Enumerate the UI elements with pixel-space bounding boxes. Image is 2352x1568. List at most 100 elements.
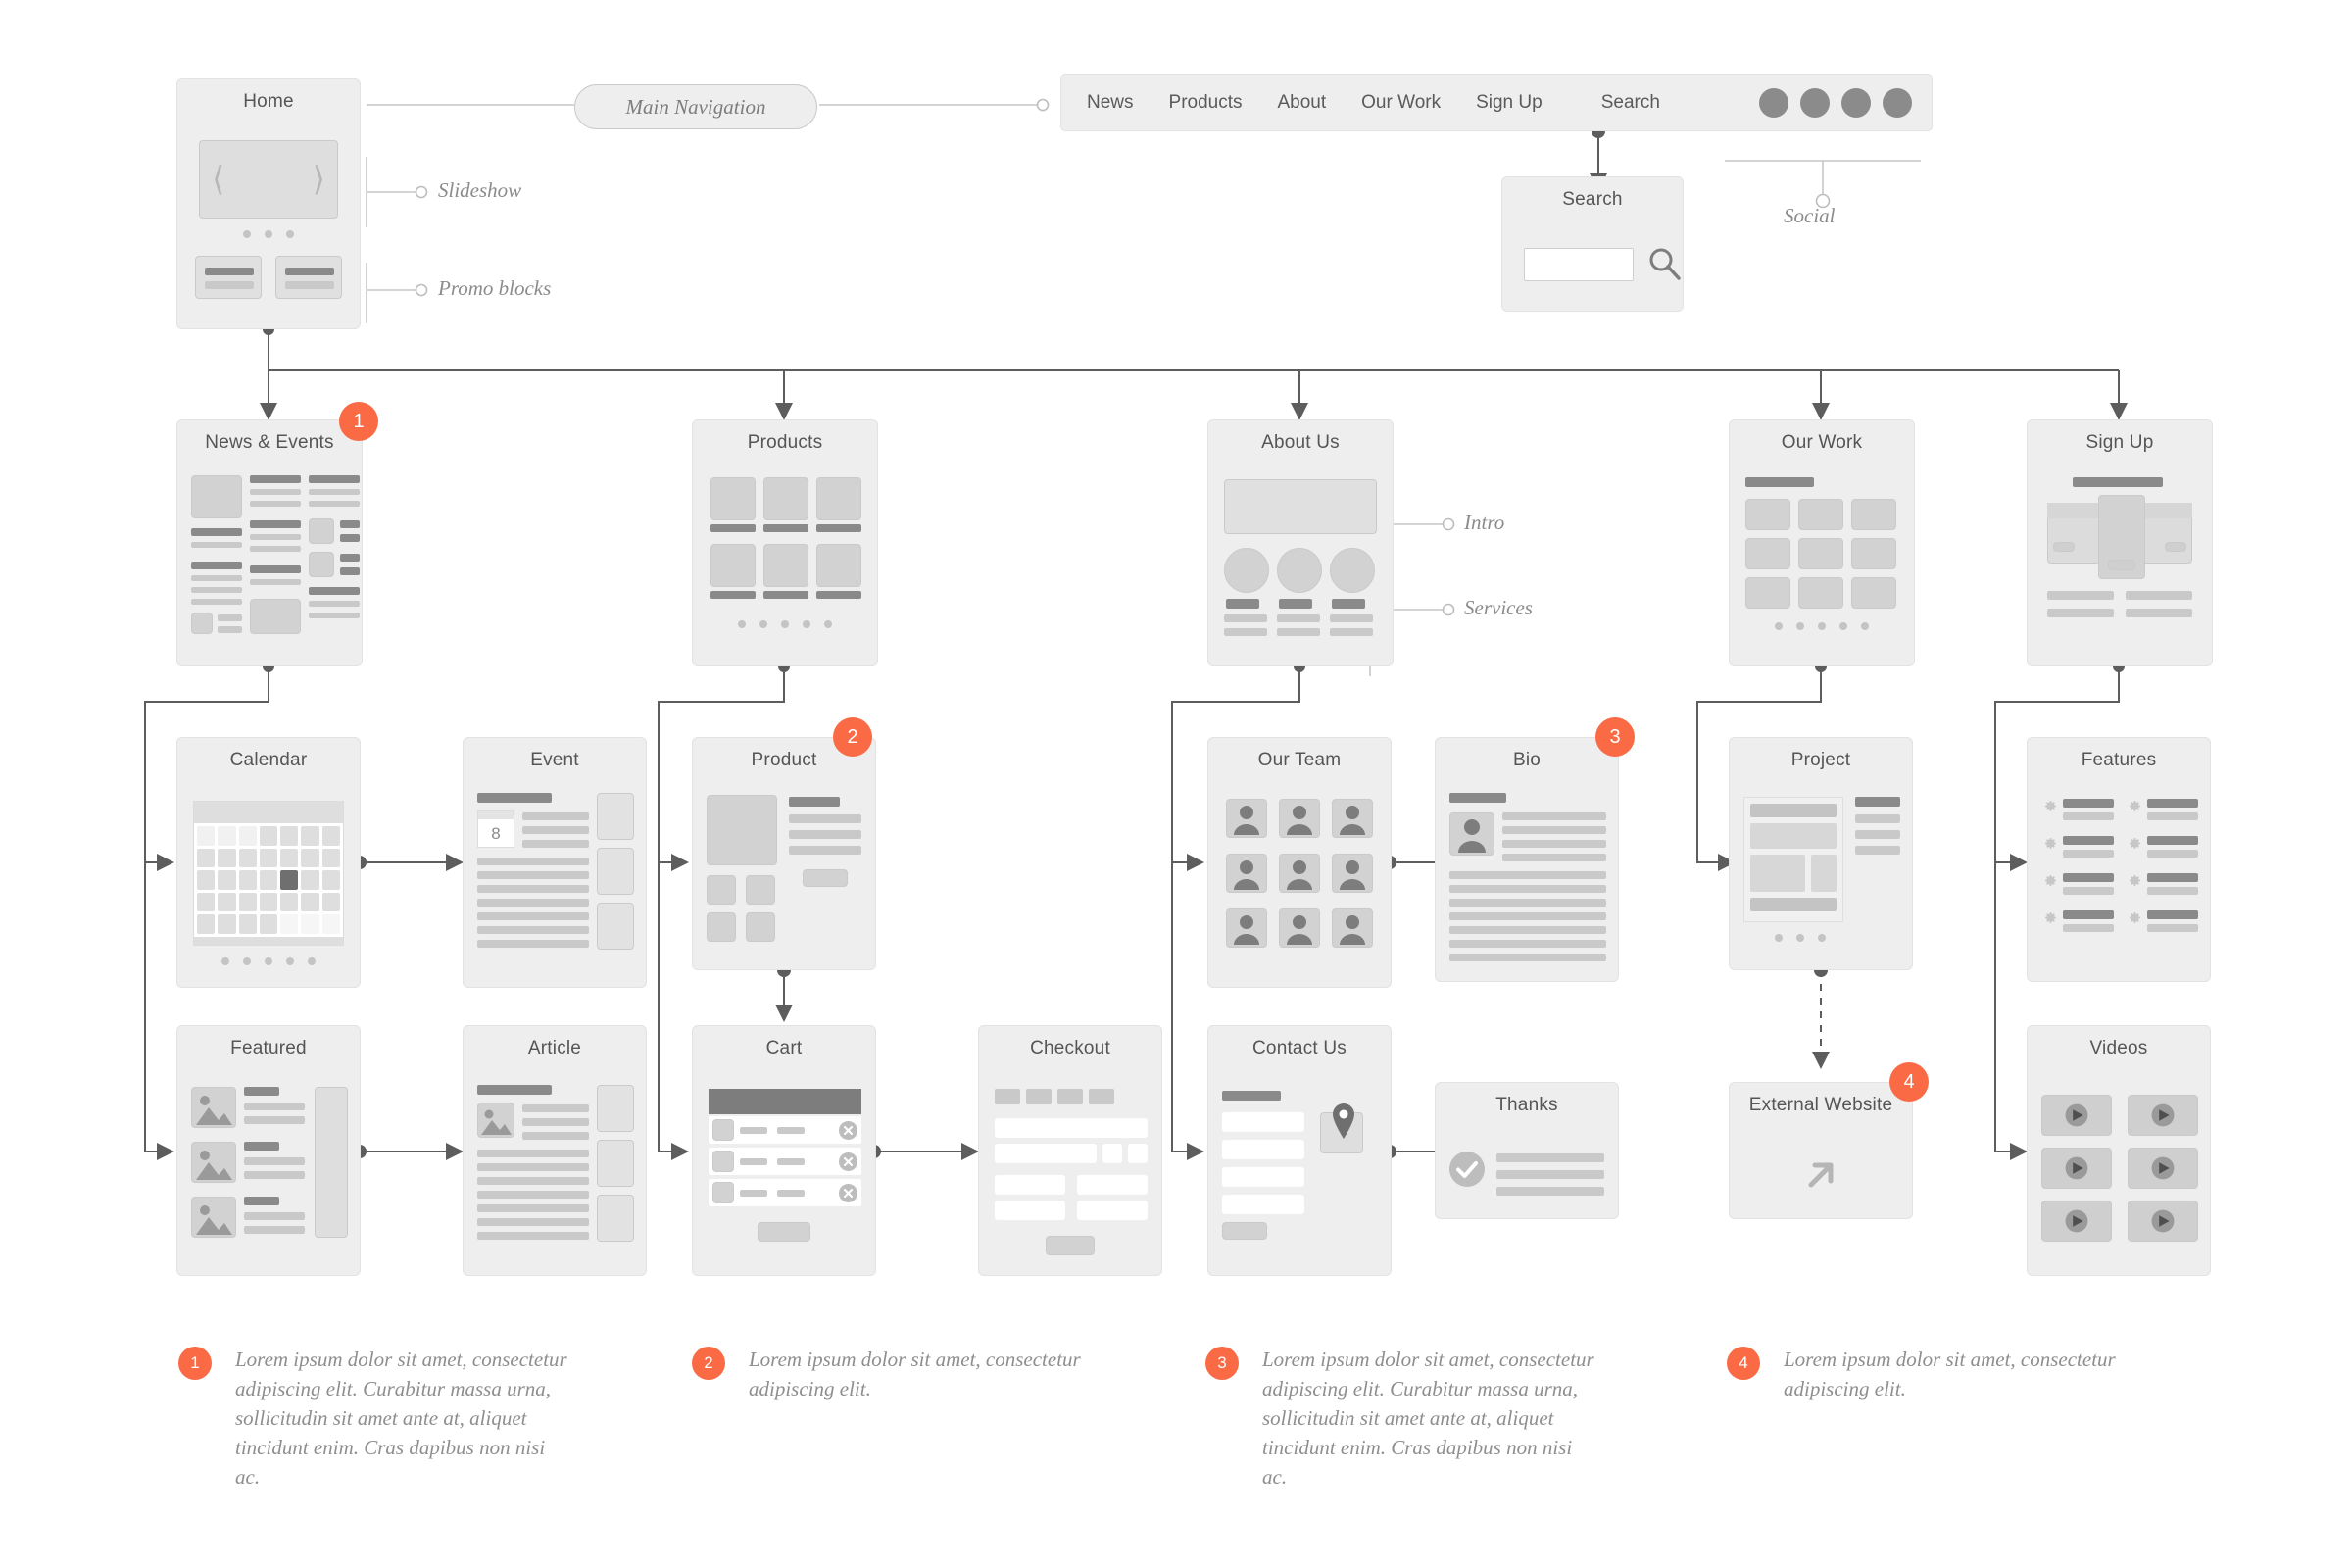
intro-block	[1224, 479, 1377, 534]
calendar-dots[interactable]	[221, 957, 316, 965]
gear-icon	[2045, 801, 2056, 811]
promo-block-1[interactable]	[195, 256, 262, 299]
gear-icon	[2130, 912, 2140, 923]
card-our-team[interactable]: Our Team	[1207, 737, 1392, 988]
card-event[interactable]: Event 8	[463, 737, 647, 988]
nav-item-search[interactable]: Search	[1601, 92, 1660, 114]
card-checkout[interactable]: Checkout	[978, 1025, 1162, 1276]
place-order-button[interactable]	[1046, 1236, 1095, 1255]
video-thumb[interactable]	[2128, 1200, 2198, 1242]
card-title-search: Search	[1562, 189, 1623, 210]
checkout-field[interactable]	[1128, 1144, 1148, 1163]
cart-row	[709, 1116, 861, 1144]
map-pin-icon	[1333, 1103, 1354, 1139]
gear-icon	[2130, 875, 2140, 886]
contact-field[interactable]	[1222, 1167, 1304, 1187]
card-title-videos: Videos	[2089, 1038, 2148, 1058]
our-work-carousel-dots[interactable]	[1775, 622, 1869, 630]
marker-3[interactable]: 3	[1595, 717, 1635, 757]
card-search[interactable]: Search	[1501, 176, 1684, 312]
marker-2[interactable]: 2	[833, 717, 872, 757]
card-title-news-events: News & Events	[205, 432, 334, 453]
nav-item-sign-up[interactable]: Sign Up	[1476, 92, 1543, 114]
play-icon	[2065, 1156, 2088, 1180]
remove-item-icon[interactable]	[839, 1184, 858, 1202]
checkout-field[interactable]	[1077, 1200, 1148, 1220]
video-thumb[interactable]	[2041, 1148, 2112, 1189]
card-videos[interactable]: Videos	[2027, 1025, 2211, 1276]
project-dots[interactable]	[1775, 934, 1826, 942]
card-about-us[interactable]: About Us	[1207, 419, 1394, 666]
card-title-event: Event	[530, 750, 579, 770]
card-title-about-us: About Us	[1261, 432, 1340, 453]
checkout-field[interactable]	[995, 1200, 1065, 1220]
nav-item-our-work[interactable]: Our Work	[1361, 92, 1441, 114]
calendar-grid[interactable]	[193, 801, 344, 946]
card-title-checkout: Checkout	[1030, 1038, 1110, 1058]
card-contact-us[interactable]: Contact Us	[1207, 1025, 1392, 1276]
card-home[interactable]: Home ⟨ ⟩	[176, 78, 361, 329]
play-icon	[2065, 1103, 2088, 1127]
checkout-field[interactable]	[995, 1118, 1148, 1138]
card-title-products: Products	[747, 432, 823, 453]
social-icons[interactable]	[1759, 88, 1912, 118]
nav-item-news[interactable]: News	[1087, 92, 1134, 114]
chevron-left-icon[interactable]: ⟨	[212, 163, 224, 196]
card-featured[interactable]: Featured	[176, 1025, 361, 1276]
card-cart[interactable]: Cart	[692, 1025, 876, 1276]
social-icon-3[interactable]	[1841, 88, 1871, 118]
social-icon-2[interactable]	[1800, 88, 1830, 118]
video-thumb[interactable]	[2041, 1095, 2112, 1136]
card-thanks[interactable]: Thanks	[1435, 1082, 1619, 1219]
play-icon	[2151, 1209, 2175, 1233]
remove-item-icon[interactable]	[839, 1152, 858, 1171]
play-icon	[2065, 1209, 2088, 1233]
cart-checkout-button[interactable]	[758, 1222, 810, 1242]
social-icon-4[interactable]	[1883, 88, 1912, 118]
checkout-field[interactable]	[995, 1175, 1065, 1195]
nav-item-products[interactable]: Products	[1169, 92, 1243, 114]
magnifier-icon[interactable]	[1647, 246, 1683, 283]
card-our-work[interactable]: Our Work	[1729, 419, 1915, 666]
search-input[interactable]	[1524, 248, 1634, 281]
video-thumb[interactable]	[2041, 1200, 2112, 1242]
social-icon-1[interactable]	[1759, 88, 1788, 118]
video-thumb[interactable]	[2128, 1148, 2198, 1189]
slideshow-dots[interactable]	[243, 230, 294, 238]
remove-item-icon[interactable]	[839, 1121, 858, 1140]
contact-field[interactable]	[1222, 1195, 1304, 1214]
checkout-field[interactable]	[995, 1144, 1097, 1163]
checkout-field[interactable]	[1102, 1144, 1122, 1163]
card-product[interactable]: Product	[692, 737, 876, 970]
marker-1[interactable]: 1	[339, 402, 378, 441]
card-features[interactable]: Features	[2027, 737, 2211, 982]
card-project[interactable]: Project	[1729, 737, 1913, 970]
navbar[interactable]: News Products About Our Work Sign Up Sea…	[1060, 74, 1933, 131]
card-article[interactable]: Article	[463, 1025, 647, 1276]
contact-field[interactable]	[1222, 1140, 1304, 1159]
card-sign-up[interactable]: Sign Up	[2027, 419, 2213, 666]
checkout-field[interactable]	[1077, 1175, 1148, 1195]
slideshow-frame[interactable]: ⟨ ⟩	[199, 140, 338, 219]
contact-submit-button[interactable]	[1222, 1222, 1267, 1240]
add-to-cart-button[interactable]	[803, 869, 848, 887]
video-thumb[interactable]	[2128, 1095, 2198, 1136]
card-news-events[interactable]: News & Events	[176, 419, 363, 666]
products-carousel-dots[interactable]	[738, 620, 832, 628]
promo-block-2[interactable]	[275, 256, 342, 299]
card-products[interactable]: Products	[692, 419, 878, 666]
card-title-thanks: Thanks	[1495, 1095, 1558, 1115]
gear-icon	[2130, 801, 2140, 811]
chevron-right-icon[interactable]: ⟩	[313, 163, 325, 196]
card-title-cart: Cart	[765, 1038, 803, 1058]
nav-item-about[interactable]: About	[1278, 92, 1327, 114]
callout-slideshow: Slideshow	[438, 178, 522, 202]
contact-field[interactable]	[1222, 1112, 1304, 1132]
card-external-website[interactable]: External Website	[1729, 1082, 1913, 1219]
card-title-featured: Featured	[230, 1038, 307, 1058]
callout-intro: Intro	[1464, 511, 1505, 534]
card-calendar[interactable]: Calendar	[176, 737, 361, 988]
marker-4[interactable]: 4	[1889, 1062, 1929, 1102]
card-bio[interactable]: Bio	[1435, 737, 1619, 982]
play-icon	[2151, 1156, 2175, 1180]
